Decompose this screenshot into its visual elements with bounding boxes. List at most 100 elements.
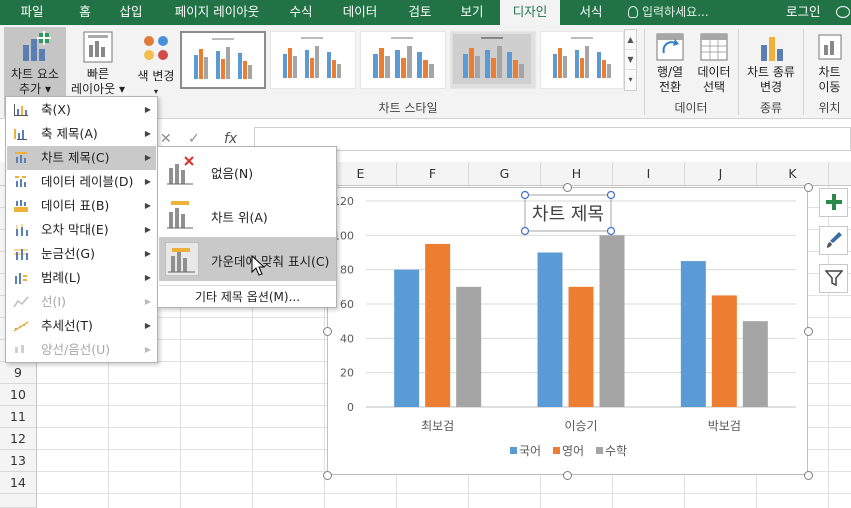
tell-me-search[interactable]: 입력하세요... <box>628 0 709 25</box>
change-chart-type-button[interactable]: 차트 종류 변경 <box>742 27 800 97</box>
menu-item-chart-title[interactable]: 차트 제목(C) ▶ <box>7 146 156 170</box>
change-chart-type-label2: 변경 <box>759 80 783 94</box>
more-title-options-link[interactable]: 기타 제목 옵션(M)... <box>159 285 336 307</box>
y-tick-label: 60 <box>340 298 354 311</box>
tab-review[interactable]: 검토 <box>396 0 444 25</box>
resize-handle[interactable] <box>563 471 572 480</box>
menu-item-legend[interactable]: 범례(L) ▶ <box>7 266 156 290</box>
legend-icon <box>15 273 27 284</box>
chart-style-1[interactable] <box>180 31 266 89</box>
row-header[interactable]: 14 <box>0 472 37 494</box>
column-header[interactable]: F <box>397 162 469 186</box>
menu-item-data-labels[interactable]: 데이터 레이블(D) ▶ <box>7 170 156 194</box>
menu-item-centered-overlay[interactable]: 가운데에 맞춰 표시(C) <box>159 237 336 281</box>
bar-수학-최보검 <box>456 286 482 407</box>
submenu-arrow-icon: ▶ <box>144 201 151 210</box>
chart-styles-button[interactable] <box>819 226 848 255</box>
select-data-button[interactable]: 데이터 선택 <box>694 27 734 97</box>
resize-handle[interactable] <box>804 471 813 480</box>
menu-item-trendline[interactable]: 추세선(T) ▶ <box>7 314 156 338</box>
data-table-icon <box>14 200 28 212</box>
enter-icon[interactable]: ✓ <box>188 131 200 147</box>
chart-elements-button[interactable] <box>819 188 848 217</box>
quick-layout-label2: 레이아웃 ▾ <box>70 82 125 96</box>
switch-row-column-button[interactable]: 행/열 전환 <box>648 27 692 97</box>
column-header[interactable]: G <box>469 162 541 186</box>
menu-item-error-bars[interactable]: 오차 막대(E) ▶ <box>7 218 156 242</box>
x-category-label: 이승기 <box>564 419 597 433</box>
submenu-arrow-icon: ▶ <box>144 153 151 162</box>
column-header[interactable]: H <box>541 162 613 186</box>
title-overlay-icon <box>165 242 199 276</box>
scroll-down-icon[interactable]: ▼ <box>625 50 636 70</box>
tab-view[interactable]: 보기 <box>444 0 500 25</box>
menu-item-axes[interactable]: 축(X) ▶ <box>7 98 156 122</box>
resize-handle[interactable] <box>563 183 572 192</box>
y-tick-label: 80 <box>340 264 354 277</box>
move-chart-label2: 이동 <box>818 80 841 94</box>
login-button[interactable]: 로그인 <box>786 0 821 25</box>
column-header[interactable]: K <box>757 162 829 186</box>
column-header[interactable] <box>829 162 851 186</box>
account-icon[interactable] <box>836 6 850 18</box>
column-header[interactable]: I <box>613 162 685 186</box>
gridlines-icon <box>14 249 28 260</box>
tab-design[interactable]: 디자인 <box>500 0 560 25</box>
resize-handle[interactable] <box>323 327 332 336</box>
chart-filters-button[interactable] <box>819 264 848 293</box>
tab-page-layout[interactable]: 페이지 레이아웃 <box>156 0 278 25</box>
switch-row-column-label2: 전환 <box>658 80 682 94</box>
resize-handle[interactable] <box>804 183 813 192</box>
row-header[interactable]: 12 <box>0 428 37 450</box>
row-header[interactable]: 13 <box>0 450 37 472</box>
gallery-scroll[interactable]: ▲ ▼ ▾ <box>624 29 637 91</box>
change-colors-button[interactable]: 색 변경 ▾ <box>134 27 178 97</box>
select-data-icon <box>700 33 728 61</box>
add-chart-element-icon <box>23 31 51 61</box>
mouse-pointer-icon <box>251 255 265 276</box>
row-header[interactable]: 10 <box>0 384 37 406</box>
column-header[interactable]: J <box>685 162 757 186</box>
submenu-arrow-icon: ▶ <box>144 129 151 138</box>
gridline <box>37 493 851 494</box>
row-header[interactable] <box>0 494 37 508</box>
menu-item-gridlines[interactable]: 눈금선(G) ▶ <box>7 242 156 266</box>
menu-item-data-table[interactable]: 데이터 표(B) ▶ <box>7 194 156 218</box>
resize-handle[interactable] <box>323 471 332 480</box>
legend-swatch <box>596 447 603 454</box>
scroll-up-icon[interactable]: ▲ <box>625 30 636 50</box>
add-chart-element-label: 차트 요소 <box>11 67 59 81</box>
tab-insert[interactable]: 삽입 <box>106 0 156 25</box>
resize-handle[interactable] <box>804 327 813 336</box>
menu-item-none[interactable]: 없음(N) <box>159 149 336 193</box>
chart-style-3[interactable] <box>360 31 446 89</box>
submenu-arrow-icon: ▶ <box>144 177 151 186</box>
title-above-icon <box>167 201 193 229</box>
legend-label: 국어 <box>519 444 541 458</box>
menu-item-above-chart[interactable]: 차트 위(A) <box>159 193 336 237</box>
location-group-label: 위치 <box>818 101 841 115</box>
tab-data[interactable]: 데이터 <box>324 0 396 25</box>
row-header[interactable]: 11 <box>0 406 37 428</box>
insert-function-icon[interactable]: fx <box>224 131 237 147</box>
row-header[interactable]: 9 <box>0 362 37 384</box>
chart-area[interactable]: 0 20 40 60 80 100 120 최보검 이승기 박보검 차트 제목 국어 영어 수학 <box>327 187 808 475</box>
tab-home[interactable]: 홈 <box>64 0 106 25</box>
chart-style-2[interactable] <box>270 31 356 89</box>
formula-input[interactable] <box>254 127 851 151</box>
cancel-icon[interactable]: ✕ <box>160 131 172 147</box>
tab-formulas[interactable]: 수식 <box>278 0 324 25</box>
x-category-label: 박보검 <box>708 419 741 433</box>
tab-format[interactable]: 서식 <box>560 0 622 25</box>
chart-styles-gallery <box>178 29 624 91</box>
group-separator <box>738 29 739 115</box>
select-data-label2: 선택 <box>702 80 726 94</box>
chart-style-4[interactable] <box>450 31 536 89</box>
submenu-arrow-icon: ▶ <box>144 321 151 330</box>
chart-style-5[interactable] <box>540 31 624 89</box>
axes-icon <box>14 104 28 116</box>
tab-file[interactable]: 파일 <box>0 0 64 25</box>
menu-item-axis-titles[interactable]: 축 제목(A) ▶ <box>7 122 156 146</box>
move-chart-button[interactable]: 차트 이동 <box>808 27 851 97</box>
gallery-more-icon[interactable]: ▾ <box>625 70 636 90</box>
